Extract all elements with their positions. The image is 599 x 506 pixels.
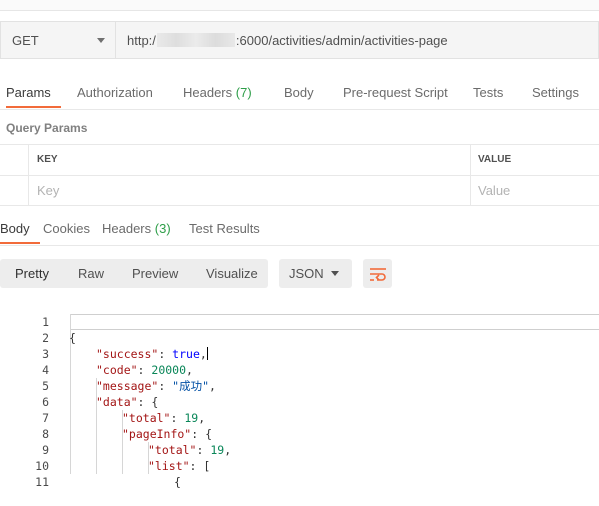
resp-tab-test-results-label: Test Results	[189, 221, 260, 236]
tab-settings[interactable]: Settings	[532, 80, 579, 108]
format-select[interactable]: JSON	[279, 259, 352, 288]
code-line: 1 {	[0, 298, 599, 345]
pretty-button[interactable]: Pretty	[15, 259, 49, 288]
format-label: JSON	[289, 266, 324, 281]
code-line: 4 "message": "成功",	[0, 346, 599, 393]
tab-prerequest-label: Pre-request Script	[343, 85, 448, 100]
wrap-lines-button[interactable]	[363, 259, 392, 288]
code-line: 11	[0, 458, 599, 489]
code-line: 6 "total": 19,	[0, 378, 599, 425]
response-tabs: Body Cookies Headers (3) Test Results	[0, 216, 599, 246]
brace: {	[174, 475, 181, 489]
tab-body-label: Body	[284, 85, 314, 100]
tab-authorization-label: Authorization	[77, 85, 153, 100]
code-text: {	[174, 474, 181, 490]
code-line: 5 "data": {	[0, 362, 599, 409]
resp-tab-headers-label: Headers	[102, 221, 152, 236]
request-tabs: Params Authorization Headers (7) Body Pr…	[0, 80, 599, 110]
key-header: KEY	[29, 145, 471, 175]
chevron-down-icon	[331, 271, 339, 276]
code-line: 10 {	[0, 442, 599, 489]
resp-tab-body-label: Body	[0, 221, 30, 236]
resp-tab-body[interactable]: Body	[0, 216, 40, 244]
tab-params-label: Params	[6, 85, 51, 100]
params-header-row: KEY VALUE	[0, 144, 599, 175]
top-strip	[0, 0, 599, 11]
query-params-title: Query Params	[6, 121, 88, 135]
tab-settings-label: Settings	[532, 85, 579, 100]
divider	[0, 245, 599, 246]
method-label: GET	[12, 32, 39, 48]
header-checkbox-cell	[0, 145, 29, 175]
headers-count: (7)	[235, 85, 252, 100]
chevron-down-icon	[97, 38, 105, 43]
view-mode-segmented: Pretty Raw Preview Visualize	[0, 259, 268, 288]
wrap-lines-icon	[369, 267, 386, 281]
resp-tab-test-results[interactable]: Test Results	[189, 216, 260, 244]
code-line: 9 "list": [	[0, 426, 599, 473]
url-input[interactable]: http:/ :6000/activities/admin/activities…	[115, 21, 599, 59]
tab-headers[interactable]: Headers (7)	[183, 80, 252, 108]
tab-prerequest-script[interactable]: Pre-request Script	[343, 80, 448, 108]
redacted-host	[156, 33, 235, 47]
resp-headers-count: (3)	[154, 221, 171, 236]
resp-tab-cookies[interactable]: Cookies	[43, 216, 90, 244]
raw-button[interactable]: Raw	[78, 259, 104, 288]
code-line: 2 "success": true,	[0, 314, 599, 361]
divider	[0, 109, 599, 110]
url-suffix: :6000/activities/admin/activities-page	[235, 32, 448, 48]
visualize-button[interactable]: Visualize	[206, 259, 258, 288]
tab-body[interactable]: Body	[284, 80, 314, 108]
preview-button[interactable]: Preview	[132, 259, 178, 288]
resp-tab-headers[interactable]: Headers (3)	[102, 216, 171, 244]
code-line: 3 "code": 20000,	[0, 330, 599, 377]
value-input[interactable]: Value	[471, 176, 599, 206]
resp-tab-cookies-label: Cookies	[43, 221, 90, 236]
tab-authorization[interactable]: Authorization	[77, 80, 153, 108]
code-line: 8 "total": 19,	[0, 410, 599, 457]
tab-tests-label: Tests	[473, 85, 504, 100]
url-prefix: http:/	[127, 32, 156, 48]
tab-headers-label: Headers	[183, 85, 233, 100]
params-empty-row: Key Value	[0, 175, 599, 206]
key-input[interactable]: Key	[29, 176, 471, 206]
method-select[interactable]: GET	[0, 21, 115, 59]
row-checkbox-cell[interactable]	[0, 176, 29, 206]
tab-tests[interactable]: Tests	[473, 80, 503, 108]
params-table: KEY VALUE Key Value	[0, 144, 599, 206]
value-header: VALUE	[478, 154, 512, 165]
tab-params[interactable]: Params	[6, 80, 61, 108]
code-line: 7 "pageInfo": {	[0, 394, 599, 441]
line-number: 11	[35, 475, 49, 489]
